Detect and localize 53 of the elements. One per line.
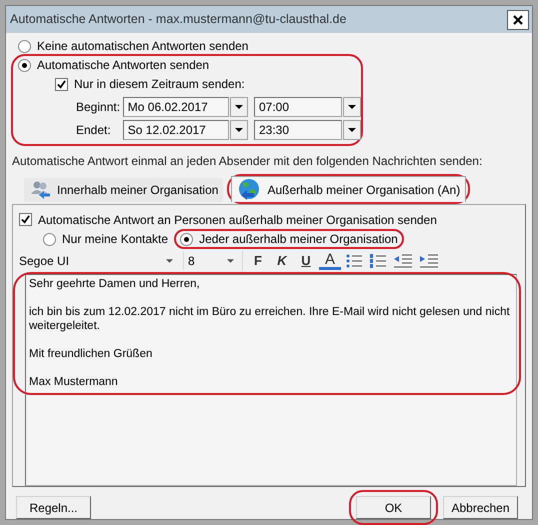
window-title: Automatische Antworten - max.mustermann@tu-clausthal.de	[10, 11, 346, 28]
dropdown-button[interactable]	[343, 97, 361, 117]
font-color-button[interactable]: A	[319, 252, 341, 270]
caret-icon	[348, 105, 356, 109]
caret-icon	[348, 128, 356, 132]
radio-label: Keine automatischen Antworten senden	[37, 38, 248, 55]
size-dropdown[interactable]: 8	[183, 252, 238, 270]
radio-button[interactable]	[180, 232, 194, 246]
outdent-icon[interactable]	[394, 254, 412, 268]
message-paragraph: Max Mustermann	[29, 375, 119, 389]
instruction-text: Automatische Antwort einmal an jeden Absender mit den folgenden Nachrichten senden:	[12, 153, 484, 170]
radio-label: Automatische Antworten senden	[37, 57, 210, 74]
indent-icon[interactable]	[420, 254, 438, 268]
dropdown-button[interactable]	[230, 120, 248, 140]
checkbox-label: Automatische Antwort an Personen außerhalb meiner Organisation senden	[38, 212, 437, 228]
field-label: Beginnt:	[76, 99, 122, 116]
checkbox[interactable]	[55, 78, 68, 90]
message-paragraph: Mit freundlichen Grüßen	[29, 347, 154, 361]
radio-button[interactable]	[43, 232, 56, 246]
dropdown-button[interactable]	[343, 120, 361, 140]
radio-label: Jeder außerhalb meiner Organisation	[199, 231, 398, 248]
radio-button[interactable]	[18, 40, 31, 52]
people-icon	[29, 180, 51, 200]
numbered-list-icon[interactable]	[370, 254, 386, 268]
bold-button[interactable]: F	[247, 251, 269, 271]
date-field[interactable]: Mo 06.02.2017	[122, 97, 229, 117]
close-icon	[513, 14, 523, 24]
date-field[interactable]: So 12.02.2017	[122, 120, 229, 140]
checkbox-label: Nur in diesem Zeitraum senden:	[74, 76, 245, 93]
caret-icon	[227, 259, 234, 263]
underline-button[interactable]: U	[295, 251, 317, 271]
field-label: Endet:	[76, 122, 112, 139]
bullet-list-icon[interactable]	[346, 254, 362, 268]
dialog-button[interactable]: Abbrechen	[443, 496, 518, 519]
italic-button[interactable]: K	[271, 251, 293, 271]
message-paragraph: Sehr geehrte Damen und Herren,	[29, 277, 201, 291]
caret-icon	[234, 105, 243, 109]
radio-label: Nur meine Kontakte	[62, 231, 168, 248]
radio-button[interactable]	[18, 58, 31, 72]
font-dropdown[interactable]: Segoe UI	[19, 252, 179, 270]
globe-icon	[237, 178, 262, 202]
close-button[interactable]	[507, 10, 529, 30]
message-paragraph: ich bin bis zum 12.02.2017 nicht im Büro zu erreichen. Ihre E-Mail wird nicht gelesen und nicht weitergeleitet.	[29, 305, 511, 333]
checkbox[interactable]	[19, 213, 32, 226]
dialog-button[interactable]: OK	[356, 496, 431, 519]
time-field[interactable]: 23:30	[254, 120, 342, 140]
tab[interactable]: Außerhalb meiner Organisation (An)	[231, 176, 466, 202]
caret-icon	[166, 259, 173, 263]
dialog-button[interactable]: Regeln...	[16, 496, 91, 519]
tab[interactable]: Innerhalb meiner Organisation	[24, 178, 224, 202]
time-field[interactable]: 07:00	[254, 97, 342, 117]
caret-icon	[234, 128, 243, 132]
dropdown-button[interactable]	[230, 97, 248, 117]
